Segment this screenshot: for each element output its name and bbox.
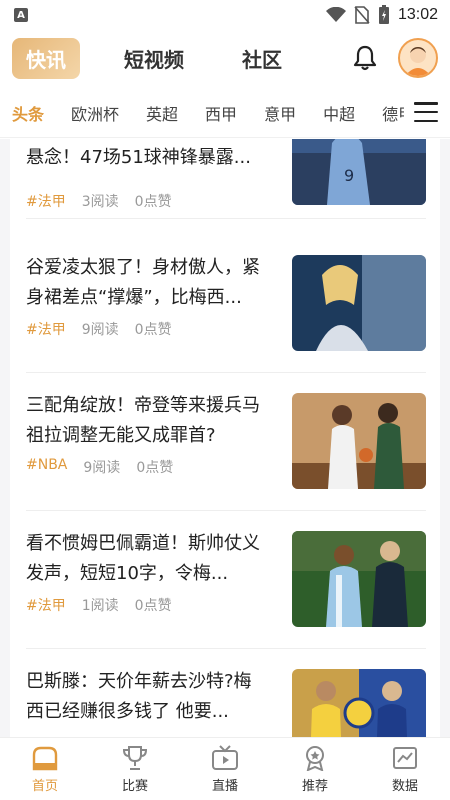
svg-text:9: 9 [344, 166, 354, 185]
read-count: 9阅读 [83, 460, 121, 476]
nav-home[interactable]: 首页 [0, 738, 90, 800]
nav-matches[interactable]: 比赛 [90, 738, 180, 800]
home-icon [32, 746, 58, 770]
read-count: 3阅读 [81, 194, 119, 210]
news-tag[interactable]: #法甲 [26, 319, 66, 339]
channel-menu-icon[interactable] [414, 102, 438, 122]
medal-icon [306, 745, 324, 771]
news-tag[interactable]: #法甲 [26, 595, 66, 615]
list-item[interactable]: 谷爱凌太狠了！身材傲人，紧身裙差点“撑爆”，比梅西... #法甲 9阅读 0点赞 [26, 235, 426, 373]
channel-la-liga[interactable]: 西甲 [205, 101, 237, 125]
news-thumbnail [292, 255, 426, 351]
bottom-nav: 首页 比赛 直播 推荐 数据 [0, 737, 450, 800]
nav-live[interactable]: 直播 [180, 738, 270, 800]
news-title: 三配角绽放！帝登等来援兵马祖拉调整无能又成罪首? [26, 395, 260, 446]
channel-list: 头条 欧洲杯 英超 西甲 意甲 中超 德甲 [12, 101, 404, 125]
channel-headlines[interactable]: 头条 [12, 101, 44, 125]
like-count: 0点赞 [136, 460, 174, 476]
nav-data[interactable]: 数据 [360, 738, 450, 800]
news-meta: #NBA 9阅读 0点赞 [26, 457, 173, 477]
like-count: 0点赞 [134, 194, 172, 210]
channel-premier-league[interactable]: 英超 [146, 101, 178, 125]
news-thumbnail [292, 669, 426, 737]
list-item[interactable]: 悬念！47场51球神锋暴露... #法甲 3阅读 0点赞 9 [26, 139, 426, 219]
tab-kuaixun[interactable]: 快讯 [12, 37, 80, 79]
channel-euro-cup[interactable]: 欧洲杯 [71, 101, 119, 125]
tab-community[interactable]: 社区 [228, 38, 296, 79]
nav-recommend[interactable]: 推荐 [270, 738, 360, 800]
news-thumbnail [292, 393, 426, 489]
top-tab-bar: 快讯 短视频 社区 [0, 30, 450, 86]
news-title: 巴斯滕：天价年薪去沙特?梅西已经赚很多钱了 他要... [26, 671, 252, 722]
list-item[interactable]: 看不惯姆巴佩霸道！斯帅仗义发声，短短10字，令梅... #法甲 1阅读 0点赞 [26, 511, 426, 649]
status-bar: A 13:02 [0, 0, 450, 30]
no-sim-icon [354, 6, 370, 24]
like-count: 0点赞 [134, 322, 172, 338]
list-item[interactable]: 巴斯滕：天价年薪去沙特?梅西已经赚很多钱了 他要... [26, 649, 426, 737]
channel-bundesliga[interactable]: 德甲 [382, 101, 404, 125]
channel-csl[interactable]: 中超 [323, 101, 355, 125]
news-title: 谷爱凌太狠了！身材傲人，紧身裙差点“撑爆”，比梅西... [26, 257, 260, 308]
news-thumbnail: 9 [292, 139, 426, 205]
tab-short-video[interactable]: 短视频 [110, 38, 198, 79]
news-title: 悬念！47场51球神锋暴露... [26, 147, 251, 168]
wifi-icon [325, 7, 346, 22]
news-tag[interactable]: #法甲 [26, 191, 66, 211]
like-count: 0点赞 [134, 598, 172, 614]
tv-icon [212, 744, 238, 770]
news-meta: #法甲 1阅读 0点赞 [26, 595, 172, 615]
news-meta: #法甲 9阅读 0点赞 [26, 319, 172, 339]
news-title: 看不惯姆巴佩霸道！斯帅仗义发声，短短10字，令梅... [26, 533, 260, 584]
list-item[interactable]: 三配角绽放！帝登等来援兵马祖拉调整无能又成罪首? #NBA 9阅读 0点赞 [26, 373, 426, 511]
channel-bar: 头条 欧洲杯 英超 西甲 意甲 中超 德甲 [0, 88, 450, 138]
clock: 13:02 [397, 6, 438, 23]
read-count: 1阅读 [81, 598, 119, 614]
news-meta: #法甲 3阅读 0点赞 [26, 191, 172, 211]
avatar[interactable] [398, 38, 438, 78]
chart-icon [393, 746, 417, 769]
news-thumbnail [292, 531, 426, 627]
news-feed[interactable]: 悬念！47场51球神锋暴露... #法甲 3阅读 0点赞 9 谷爱凌太狠了！身材… [10, 139, 440, 737]
read-count: 9阅读 [81, 322, 119, 338]
channel-serie-a[interactable]: 意甲 [264, 101, 296, 125]
news-tag[interactable]: #NBA [26, 457, 67, 477]
app-notification-icon: A [14, 8, 28, 22]
battery-icon [378, 5, 389, 24]
trophy-icon [122, 745, 148, 770]
notification-bell-icon[interactable] [350, 43, 380, 73]
